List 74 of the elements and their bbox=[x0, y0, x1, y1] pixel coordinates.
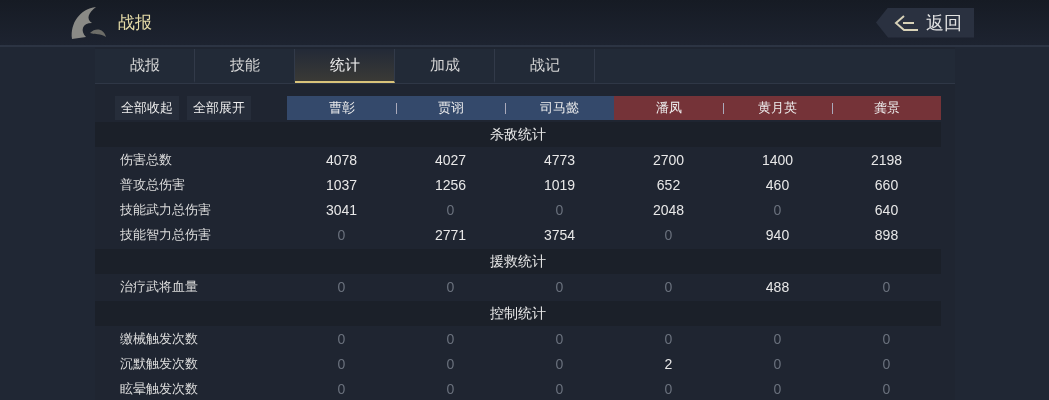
table-cell-text: 0 bbox=[445, 354, 456, 374]
table-cell-text: 2 bbox=[663, 354, 674, 374]
section-title: 援救统计 bbox=[490, 252, 546, 271]
table-cell-text: 0 bbox=[445, 329, 456, 349]
table-cell-text: 3754 bbox=[542, 225, 577, 245]
table-cell-text: 0 bbox=[663, 379, 674, 399]
row-label: 技能智力总伤害 bbox=[119, 225, 212, 244]
table-cell-text: 0 bbox=[772, 379, 783, 399]
table-cell-text: 0 bbox=[336, 225, 347, 245]
table-cell-text: 1019 bbox=[542, 175, 577, 195]
action-button[interactable]: 全部收起 bbox=[115, 96, 179, 120]
back-icon bbox=[894, 14, 920, 31]
table-cell-text: 0 bbox=[881, 354, 892, 374]
table-cell-text: 1037 bbox=[324, 175, 359, 195]
player-header: 曹彰 bbox=[287, 96, 396, 120]
player-header: 贾诩 bbox=[396, 96, 505, 120]
table-cell-text: 0 bbox=[554, 277, 565, 297]
tab[interactable]: 战记 bbox=[495, 49, 595, 83]
table-cell-text: 0 bbox=[554, 329, 565, 349]
player-header: 司马懿 bbox=[505, 96, 614, 120]
row-label: 普攻总伤害 bbox=[119, 175, 186, 194]
table-cell-text: 1256 bbox=[433, 175, 468, 195]
section-title: 控制统计 bbox=[490, 304, 546, 323]
table-cell-text: 2198 bbox=[869, 150, 904, 170]
table-cell-text: 0 bbox=[554, 200, 565, 220]
table-cell-text: 898 bbox=[873, 225, 900, 245]
table-cell-text: 2700 bbox=[651, 150, 686, 170]
table-cell-text: 0 bbox=[663, 277, 674, 297]
table-cell-text: 0 bbox=[445, 277, 456, 297]
table-cell-text: 0 bbox=[772, 354, 783, 374]
player-header: 黄月英 bbox=[723, 96, 832, 120]
row-label: 眩晕触发次数 bbox=[119, 379, 199, 398]
table-cell-text: 2048 bbox=[651, 200, 686, 220]
table-cell-text: 0 bbox=[881, 277, 892, 297]
table-cell-text: 1400 bbox=[760, 150, 795, 170]
table-cell-text: 940 bbox=[764, 225, 791, 245]
table-cell-text: 0 bbox=[881, 379, 892, 399]
table-cell-text: 4078 bbox=[324, 150, 359, 170]
row-label: 治疗武将血量 bbox=[119, 277, 199, 296]
table-cell-text: 0 bbox=[663, 329, 674, 349]
table-cell-text: 460 bbox=[764, 175, 791, 195]
table-cell-text: 640 bbox=[873, 200, 900, 220]
table-cell-text: 660 bbox=[873, 175, 900, 195]
table-cell-text: 0 bbox=[336, 379, 347, 399]
table-cell-text: 0 bbox=[772, 329, 783, 349]
table-cell-text: 488 bbox=[764, 277, 791, 297]
table-cell-text: 0 bbox=[336, 354, 347, 374]
table-cell-text: 0 bbox=[554, 379, 565, 399]
section-title: 杀敌统计 bbox=[490, 125, 546, 144]
table-cell-text: 0 bbox=[336, 277, 347, 297]
row-label: 缴械触发次数 bbox=[119, 329, 199, 348]
player-header: 潘凤 bbox=[614, 96, 723, 120]
table-cell-text: 4027 bbox=[433, 150, 468, 170]
table-cell-text: 2771 bbox=[433, 225, 468, 245]
table-cell-text: 0 bbox=[772, 200, 783, 220]
table-cell-text: 4773 bbox=[542, 150, 577, 170]
back-button[interactable]: 返回 bbox=[876, 7, 974, 38]
tab[interactable]: 加成 bbox=[395, 49, 495, 83]
table-cell-text: 0 bbox=[554, 354, 565, 374]
table-cell-text: 0 bbox=[336, 329, 347, 349]
table-cell-text: 0 bbox=[881, 329, 892, 349]
tab[interactable]: 战报 bbox=[95, 49, 195, 83]
row-label: 伤害总数 bbox=[119, 150, 173, 169]
player-header: 龚景 bbox=[832, 96, 941, 120]
table-cell-text: 0 bbox=[663, 225, 674, 245]
tab[interactable]: 统计 bbox=[295, 49, 395, 83]
action-button[interactable]: 全部展开 bbox=[187, 96, 251, 120]
table-cell-text: 652 bbox=[655, 175, 682, 195]
row-label: 沉默触发次数 bbox=[119, 354, 199, 373]
table-cell-text: 3041 bbox=[324, 200, 359, 220]
table-cell-text: 0 bbox=[445, 200, 456, 220]
table-cell-text: 0 bbox=[445, 379, 456, 399]
row-label: 技能武力总伤害 bbox=[119, 200, 212, 219]
window-title: 战报 bbox=[118, 11, 153, 34]
